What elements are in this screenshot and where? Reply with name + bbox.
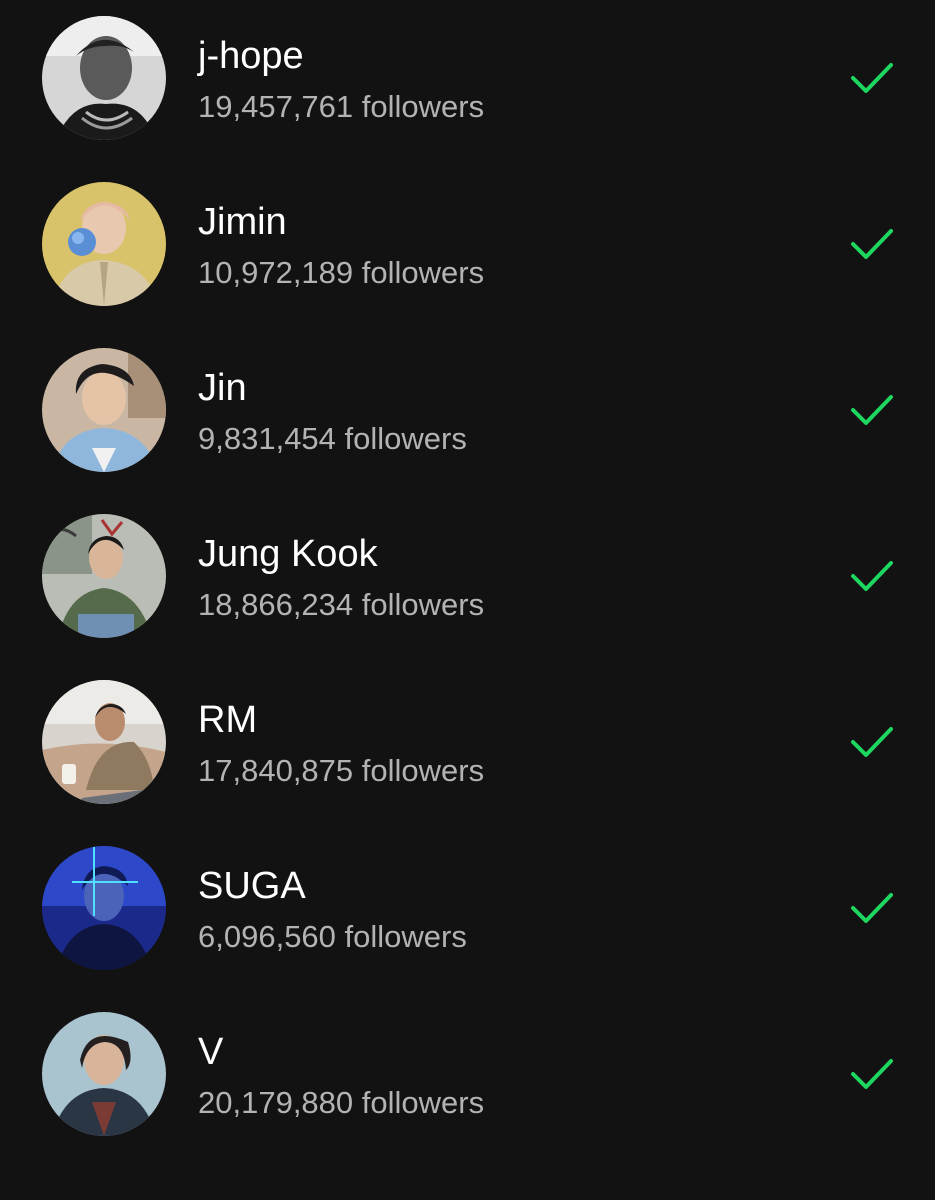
artist-name[interactable]: RM <box>198 698 257 742</box>
avatar-photo-icon <box>42 514 166 638</box>
following-check-icon[interactable] <box>848 720 896 764</box>
following-check-icon[interactable] <box>848 886 896 930</box>
artist-followers: 19,457,761 followers <box>198 89 485 124</box>
artist-avatar[interactable] <box>42 182 166 306</box>
avatar-photo-icon <box>42 182 166 306</box>
artist-row[interactable]: V 20,179,880 followers <box>0 996 935 1162</box>
artist-followers: 6,096,560 followers <box>198 919 467 954</box>
artist-name[interactable]: SUGA <box>198 864 306 908</box>
artist-row[interactable]: Jin 9,831,454 followers <box>0 332 935 498</box>
avatar-photo-icon <box>42 846 166 970</box>
artist-name[interactable]: Jung Kook <box>198 532 378 576</box>
artist-avatar[interactable] <box>42 1012 166 1136</box>
avatar-photo-icon <box>42 1012 166 1136</box>
avatar-photo-icon <box>42 348 166 472</box>
artist-followers: 9,831,454 followers <box>198 421 467 456</box>
artist-avatar[interactable] <box>42 846 166 970</box>
following-check-icon[interactable] <box>848 388 896 432</box>
artist-name[interactable]: j-hope <box>198 34 304 78</box>
artist-row[interactable]: RM 17,840,875 followers <box>0 664 935 830</box>
artist-followers: 10,972,189 followers <box>198 255 485 290</box>
following-check-icon[interactable] <box>848 1052 896 1096</box>
artist-avatar[interactable] <box>42 16 166 140</box>
artist-followers: 20,179,880 followers <box>198 1085 485 1120</box>
artist-row[interactable]: Jimin 10,972,189 followers <box>0 166 935 332</box>
artist-avatar[interactable] <box>42 680 166 804</box>
avatar-photo-icon <box>42 680 166 804</box>
artist-avatar[interactable] <box>42 348 166 472</box>
artist-row[interactable]: SUGA 6,096,560 followers <box>0 830 935 996</box>
artist-name[interactable]: V <box>198 1030 223 1074</box>
artist-row[interactable]: j-hope 19,457,761 followers <box>0 0 935 166</box>
artist-row[interactable]: Jung Kook 18,866,234 followers <box>0 498 935 664</box>
artist-name[interactable]: Jin <box>198 366 247 410</box>
artist-avatar[interactable] <box>42 514 166 638</box>
artist-name[interactable]: Jimin <box>198 200 287 244</box>
following-check-icon[interactable] <box>848 554 896 598</box>
following-check-icon[interactable] <box>848 222 896 266</box>
artist-followers: 17,840,875 followers <box>198 753 485 788</box>
following-check-icon[interactable] <box>848 56 896 100</box>
artist-followers: 18,866,234 followers <box>198 587 485 622</box>
avatar-photo-icon <box>42 16 166 140</box>
